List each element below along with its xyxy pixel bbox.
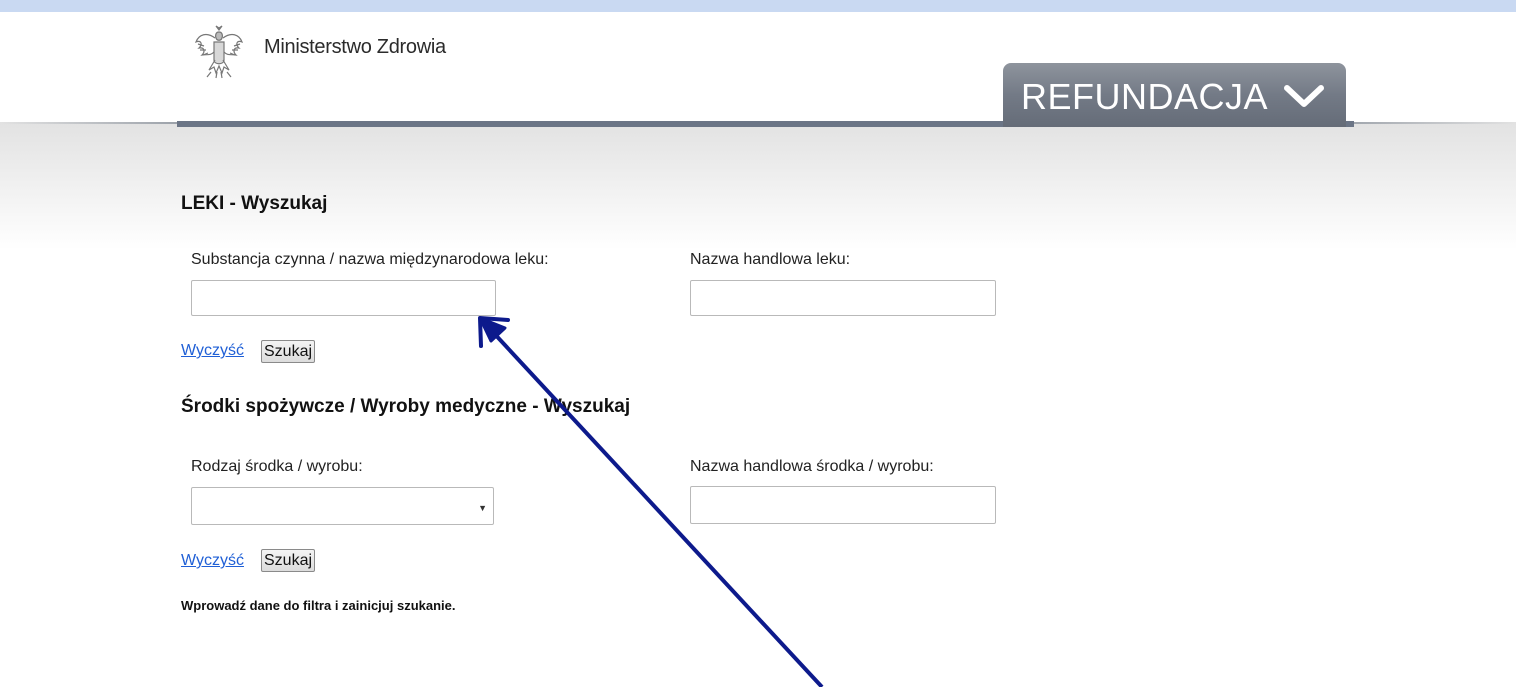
- product-trade-name-input[interactable]: [690, 486, 996, 524]
- status-message: Wprowadź dane do filtra i zainicjuj szuk…: [181, 598, 456, 613]
- substance-label: Substancja czynna / nazwa międzynarodowa…: [191, 251, 549, 268]
- refundacja-tab-label: REFUNDACJA: [1021, 76, 1269, 117]
- food-devices-search-button[interactable]: Szukaj: [261, 549, 316, 572]
- drugs-clear-link[interactable]: Wyczyść: [181, 342, 244, 360]
- product-type-label: Rodzaj środka / wyrobu:: [191, 458, 363, 475]
- drugs-search-heading: LEKI - Wyszukaj: [181, 193, 328, 214]
- food-devices-search-heading: Środki spożywcze / Wyroby medyczne - Wys…: [181, 396, 631, 417]
- substance-input[interactable]: [191, 280, 496, 316]
- chevron-down-icon: [1284, 85, 1324, 107]
- dropdown-caret-icon: ▼: [478, 503, 487, 513]
- ministry-name: Ministerstwo Zdrowia: [264, 36, 446, 58]
- product-trade-name-label: Nazwa handlowa środka / wyrobu:: [690, 458, 934, 475]
- header-gray-band: [0, 122, 1516, 250]
- product-type-select[interactable]: ▼: [191, 487, 494, 525]
- top-strip: [0, 0, 1516, 12]
- eagle-emblem-icon: [194, 25, 244, 79]
- drug-trade-name-input[interactable]: [690, 280, 996, 316]
- drug-trade-name-label: Nazwa handlowa leku:: [690, 251, 851, 268]
- refundacja-menu-tab[interactable]: REFUNDACJA: [1003, 63, 1346, 127]
- food-devices-clear-link[interactable]: Wyczyść: [181, 552, 244, 570]
- drugs-search-button[interactable]: Szukaj: [261, 340, 316, 363]
